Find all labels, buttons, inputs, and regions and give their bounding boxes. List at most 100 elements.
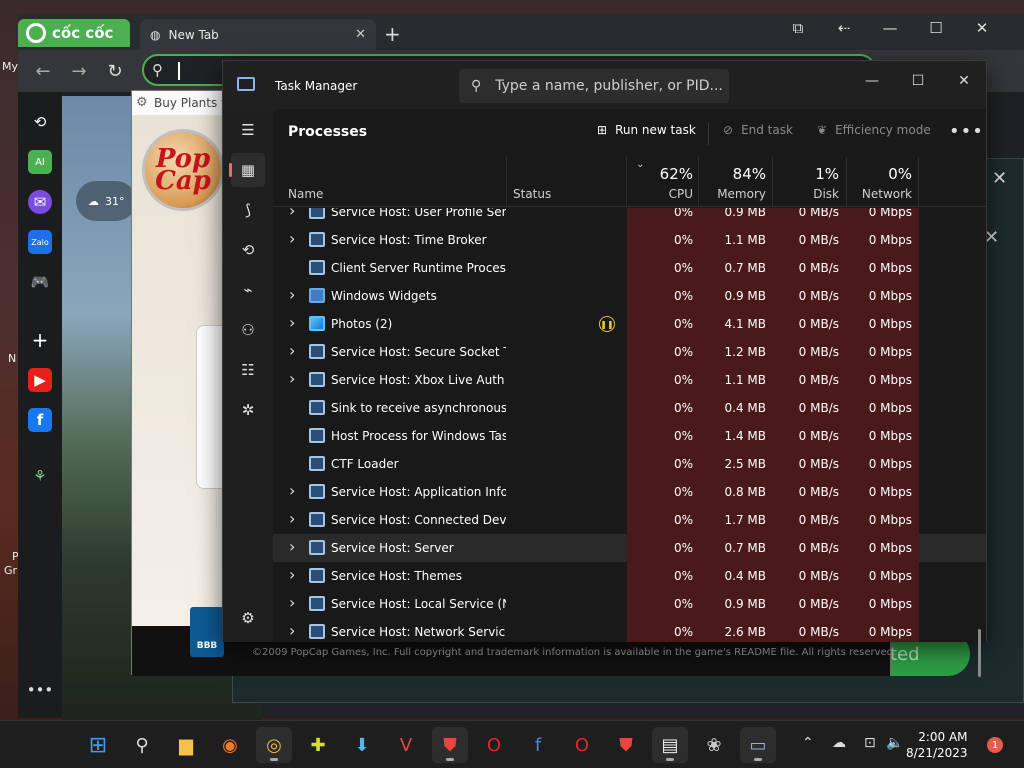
tab-new-tab[interactable]: ◍ New Tab ✕ xyxy=(140,19,376,50)
gamepad-icon[interactable]: 🎮 xyxy=(28,270,52,294)
task-manager-title-bar[interactable]: Task Manager ⚲ Type a name, publisher, o… xyxy=(223,61,986,109)
nav-app-history-icon[interactable]: ⟲ xyxy=(231,233,265,267)
ai-icon[interactable]: AI xyxy=(28,150,52,174)
minimize-icon[interactable]: — xyxy=(868,14,912,42)
table-row[interactable]: › Service Host: Secure Socket Tu... 0% 1.2 … xyxy=(273,338,986,366)
file-explorer-icon[interactable]: ▆ xyxy=(168,727,204,763)
chrome-icon[interactable]: ◎ xyxy=(256,727,292,763)
column-header-memory[interactable]: 84% Memory xyxy=(703,165,766,201)
network-icon[interactable]: ⊡ xyxy=(864,735,876,751)
close-tab-icon[interactable]: ✕ xyxy=(355,27,366,42)
facebook-icon[interactable]: f xyxy=(520,727,556,763)
close-icon[interactable]: ✕ xyxy=(941,67,987,95)
end-task-button[interactable]: ⊘ End task xyxy=(723,123,793,137)
table-row[interactable]: Host Process for Windows Tasks 0% 1.4 MB 0 … xyxy=(273,422,986,450)
close-icon[interactable]: ✕ xyxy=(992,168,1007,189)
table-row[interactable]: › Photos (2) ❚❚ 0% 4.1 MB 0 MB/s 0 Mbps xyxy=(273,310,986,338)
back-arrow-icon[interactable]: ⇠ xyxy=(822,14,866,42)
forward-icon[interactable]: → xyxy=(66,59,92,83)
maximize-icon[interactable]: ☐ xyxy=(914,14,958,42)
opera-icon[interactable]: O xyxy=(476,727,512,763)
minimize-icon[interactable]: — xyxy=(849,67,895,95)
table-row[interactable]: › Service Host: Time Broker 0% 1.1 MB 0 MB/s… xyxy=(273,226,986,254)
notification-badge[interactable]: 1 xyxy=(987,737,1003,753)
expand-chevron-icon[interactable]: › xyxy=(289,229,295,248)
tab-search-icon[interactable]: ⧉ xyxy=(776,14,820,42)
installer-icon[interactable]: ⬇ xyxy=(344,727,380,763)
scrollbar-thumb[interactable] xyxy=(978,629,981,677)
process-search-input[interactable]: ⚲ Type a name, publisher, or PID... xyxy=(459,69,729,103)
zalo-icon[interactable]: Zalo xyxy=(28,230,52,254)
task-manager-taskbar-icon[interactable]: ▭ xyxy=(740,727,776,763)
add-sidebar-item-icon[interactable]: + xyxy=(28,328,52,352)
messenger-icon[interactable]: ✉ xyxy=(28,190,52,214)
cloud-offline-icon[interactable]: ☁ xyxy=(832,735,846,751)
expand-chevron-icon[interactable]: › xyxy=(289,481,295,500)
desktop-label[interactable]: Gr xyxy=(4,564,17,577)
bbb-badge[interactable]: BBB xyxy=(190,607,224,657)
history-icon[interactable]: ⟲ xyxy=(28,110,52,134)
expand-chevron-icon[interactable]: › xyxy=(289,313,295,332)
nav-settings-icon[interactable]: ⚙ xyxy=(231,601,265,635)
plants-vs-zombies-icon[interactable]: ❀ xyxy=(696,727,732,763)
expand-chevron-icon[interactable]: › xyxy=(289,537,295,556)
efficiency-mode-button[interactable]: ❦ Efficiency mode xyxy=(817,123,931,137)
table-row[interactable]: › Service Host: Themes 0% 0.4 MB 0 MB/s 0 Mbp… xyxy=(273,562,986,590)
expand-chevron-icon[interactable]: › xyxy=(289,341,295,360)
table-row[interactable]: Client Server Runtime Process 0% 0.7 MB 0 M… xyxy=(273,254,986,282)
nav-processes-icon[interactable]: ▦ xyxy=(229,153,265,187)
column-header-network[interactable]: 0% Network xyxy=(851,165,912,201)
firefox-icon[interactable]: ◉ xyxy=(212,727,248,763)
table-row[interactable]: › Service Host: User Profile Servi... 0% 0.… xyxy=(273,208,986,226)
column-header-disk[interactable]: 1% Disk xyxy=(777,165,839,201)
vivaldi-icon[interactable]: V xyxy=(388,727,424,763)
maximize-icon[interactable]: ☐ xyxy=(895,67,941,95)
start-button-icon[interactable]: ⊞ xyxy=(80,727,116,763)
volume-icon[interactable]: 🔈 xyxy=(886,735,903,751)
search-icon[interactable]: ⚲ xyxy=(124,727,160,763)
weather-widget[interactable]: ☁ 31° xyxy=(76,181,136,221)
expand-chevron-icon[interactable]: › xyxy=(289,369,295,388)
table-row[interactable]: › Service Host: Application Infor... 0% 0.8… xyxy=(273,478,986,506)
game-launcher-icon[interactable]: ✚ xyxy=(300,727,336,763)
close-icon[interactable]: ✕ xyxy=(960,14,1004,42)
table-row[interactable]: › Service Host: Server 0% 0.7 MB 0 MB/s 0 Mbp… xyxy=(273,534,986,562)
notepad-icon[interactable]: ▤ xyxy=(652,727,688,763)
coccoc-extension-icon[interactable]: ⚘ xyxy=(28,464,52,488)
desktop-label[interactable]: My xyxy=(2,60,18,73)
hamburger-menu-icon[interactable]: ☰ xyxy=(231,113,265,147)
column-header-status[interactable]: Status xyxy=(513,187,551,201)
coccoc-home-tab[interactable]: cốc cốc xyxy=(18,19,130,47)
more-options-icon[interactable]: ••• xyxy=(949,121,984,142)
table-row[interactable]: › Service Host: Connected Devi... 0% 1.7 MB… xyxy=(273,506,986,534)
table-row[interactable]: › Service Host: Network Service 0% 2.6 MB 0 … xyxy=(273,618,986,642)
nav-details-icon[interactable]: ☷ xyxy=(231,353,265,387)
facebook-icon[interactable]: f xyxy=(28,408,52,432)
chevron-up-icon[interactable]: ⌃ xyxy=(802,735,814,751)
table-row[interactable]: › Service Host: Local Service (N... 0% 0.9 … xyxy=(273,590,986,618)
expand-chevron-icon[interactable]: › xyxy=(289,565,295,584)
expand-chevron-icon[interactable]: › xyxy=(289,509,295,528)
opera-gx-icon[interactable]: O xyxy=(564,727,600,763)
brave-beta-icon[interactable]: ⛊ xyxy=(608,727,644,763)
column-header-cpu[interactable]: 62% CPU xyxy=(641,165,693,201)
expand-chevron-icon[interactable]: › xyxy=(289,285,295,304)
reload-icon[interactable]: ↻ xyxy=(102,59,128,83)
run-new-task-button[interactable]: ⊞ Run new task xyxy=(597,123,696,137)
nav-users-icon[interactable]: ⚇ xyxy=(231,313,265,347)
nav-performance-icon[interactable]: ⟆ xyxy=(231,193,265,227)
expand-chevron-icon[interactable]: › xyxy=(289,593,295,612)
table-row[interactable]: CTF Loader 0% 2.5 MB 0 MB/s 0 Mbps xyxy=(273,450,986,478)
column-header-name[interactable]: Name xyxy=(288,187,323,201)
nav-services-icon[interactable]: ✲ xyxy=(231,393,265,427)
expand-chevron-icon[interactable]: › xyxy=(289,208,295,220)
table-row[interactable]: › Service Host: Xbox Live Auth ... 0% 1.1 M… xyxy=(273,366,986,394)
add-tab-button[interactable]: + xyxy=(384,22,401,46)
back-icon[interactable]: ← xyxy=(30,59,56,83)
youtube-icon[interactable]: ▶ xyxy=(28,368,52,392)
system-clock[interactable]: 2:00 AM 8/21/2023 xyxy=(906,729,968,761)
desktop-label[interactable]: N xyxy=(8,352,16,365)
more-icon[interactable]: ••• xyxy=(27,678,54,702)
expand-chevron-icon[interactable]: › xyxy=(289,621,295,640)
brave-icon[interactable]: ⛊ xyxy=(432,727,468,763)
